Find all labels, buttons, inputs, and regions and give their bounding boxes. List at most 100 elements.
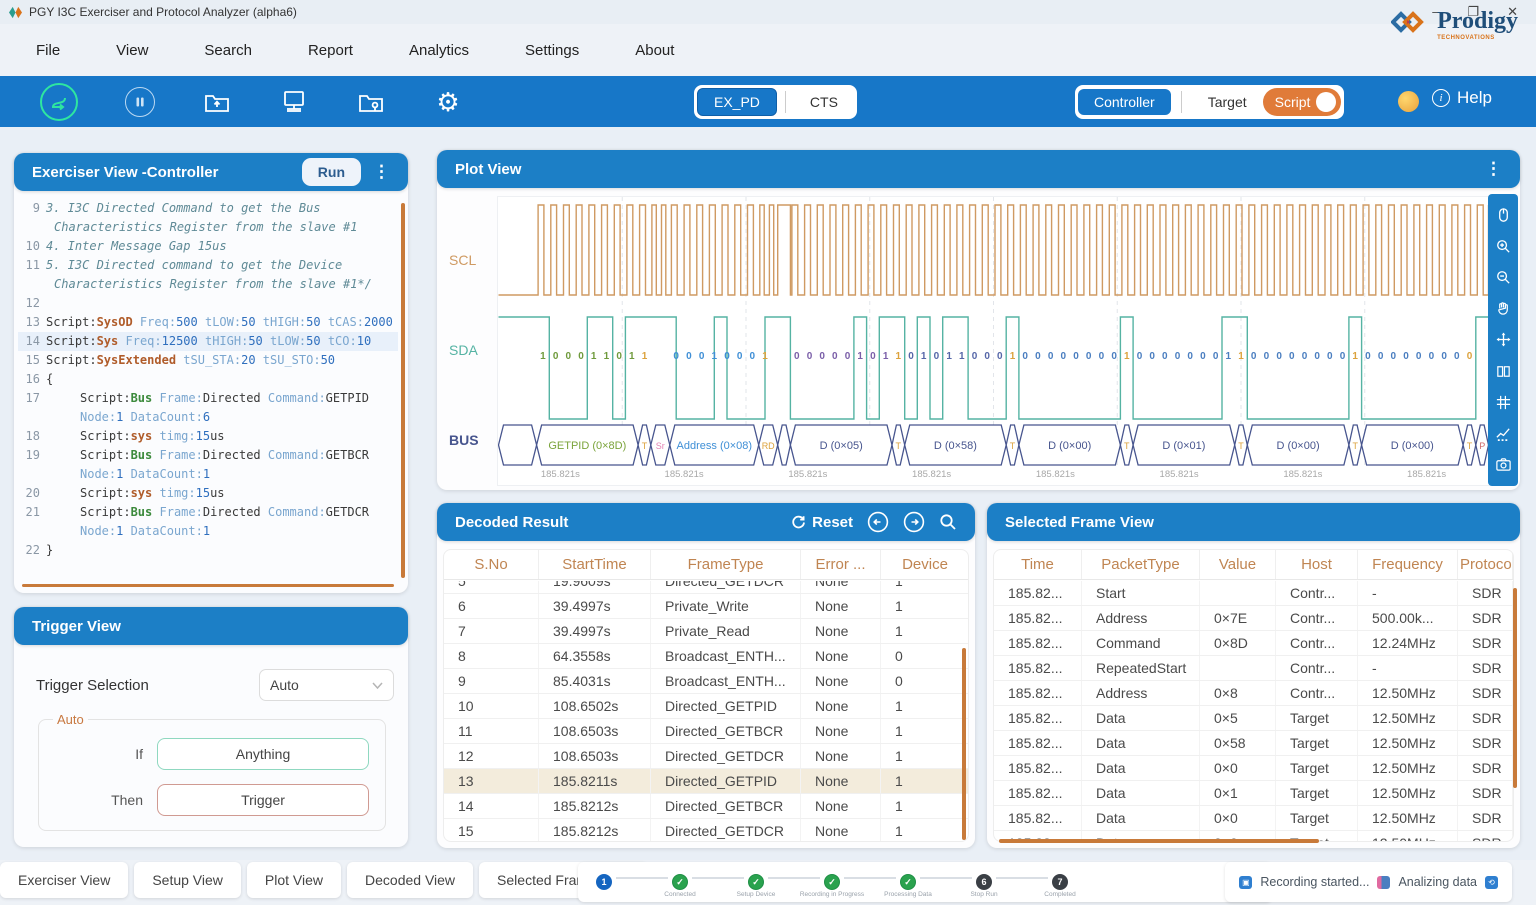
table-row[interactable]: 185.82...Address0×8Contr...12.50MHzSDR: [994, 681, 1513, 706]
code-line-11[interactable]: 115. I3C Directed command to get the Dev…: [18, 256, 398, 275]
code-line-13[interactable]: 13Script:SysOD Freq:500 tLOW:50 tHIGH:50…: [18, 313, 398, 332]
column-header-value[interactable]: Value: [1200, 550, 1276, 579]
table-row[interactable]: 739.4997sPrivate_ReadNone1: [444, 619, 968, 644]
code-line-14[interactable]: 14Script:Sys Freq:12500 tHIGH:50 tLOW:50…: [18, 332, 398, 351]
menu-item-file[interactable]: File: [36, 42, 60, 59]
mode-tab-cts[interactable]: CTS: [794, 89, 854, 115]
search-icon[interactable]: [939, 513, 957, 531]
table-row[interactable]: 519.9609sDirected_GETDCRNone1: [444, 581, 968, 594]
column-header-host[interactable]: Host: [1276, 550, 1358, 579]
column-header-starttime[interactable]: StartTime: [539, 550, 651, 579]
grid-icon[interactable]: [1494, 393, 1512, 411]
menu-item-settings[interactable]: Settings: [525, 42, 579, 59]
table-row[interactable]: 185.82...RepeatedStartContr...-SDR: [994, 656, 1513, 681]
code-line-17-wrap[interactable]: Node:1 DataCount:6: [18, 408, 398, 427]
table-row[interactable]: 639.4997sPrivate_WriteNone1: [444, 594, 968, 619]
waveform-canvas[interactable]: 1000110110001000100000101101011000100000…: [497, 196, 1490, 486]
table-row[interactable]: 15185.8212sDirected_GETDCRNone1: [444, 819, 968, 841]
script-editor[interactable]: 93. I3C Directed Command to get the BusC…: [18, 199, 398, 579]
code-line-18[interactable]: 18Script:sys timg:15us: [18, 427, 398, 446]
next-frame-icon[interactable]: [903, 511, 925, 533]
pause-icon[interactable]: [125, 87, 155, 117]
column-header-frametype[interactable]: FrameType: [651, 550, 801, 579]
then-action-button[interactable]: Trigger: [157, 784, 369, 816]
exerciser-menu-icon[interactable]: ⋮: [373, 162, 390, 182]
mode-tab-ex_pd[interactable]: EX_PD: [697, 88, 777, 116]
code-line-17[interactable]: 17Script:Bus Frame:Directed Command:GETP…: [18, 389, 398, 408]
code-line-11-wrap[interactable]: Characteristics Register from the slave …: [18, 275, 398, 294]
prev-frame-icon[interactable]: [867, 511, 889, 533]
hand-pan-icon[interactable]: [1494, 300, 1512, 318]
code-line-9[interactable]: 93. I3C Directed Command to get the Bus: [18, 199, 398, 218]
refresh-status-icon[interactable]: ⟲: [1485, 876, 1498, 889]
code-line-9-wrap[interactable]: Characteristics Register from the slave …: [18, 218, 398, 237]
table-row[interactable]: 185.82...Data0×58Target12.50MHzSDR: [994, 731, 1513, 756]
table-row[interactable]: 185.82...Data0×0Target12.50MHzSDR: [994, 756, 1513, 781]
folder-export-icon[interactable]: [202, 87, 232, 117]
table-row[interactable]: 13185.8211sDirected_GETPIDNone1: [444, 769, 968, 794]
menu-item-view[interactable]: View: [116, 42, 148, 59]
pages-icon[interactable]: [1494, 362, 1512, 380]
bottom-tab-exerciser-view[interactable]: Exerciser View: [0, 862, 128, 898]
code-line-22[interactable]: 22}: [18, 541, 398, 560]
run-flow-icon[interactable]: [40, 83, 78, 121]
code-line-16[interactable]: 16{: [18, 370, 398, 389]
column-header-device[interactable]: Device: [881, 550, 969, 579]
decoded-vertical-scrollbar[interactable]: [962, 648, 966, 840]
column-header-time[interactable]: Time: [994, 550, 1082, 579]
code-line-21-wrap[interactable]: Node:1 DataCount:1: [18, 522, 398, 541]
table-row[interactable]: 864.3558sBroadcast_ENTH...None0: [444, 644, 968, 669]
monitor-icon[interactable]: [279, 87, 309, 117]
theme-color-icon[interactable]: [1398, 91, 1419, 112]
table-row[interactable]: 11108.6503sDirected_GETBCRNone1: [444, 719, 968, 744]
code-line-15[interactable]: 15Script:SysExtended tSU_STA:20 tSU_STO:…: [18, 351, 398, 370]
code-line-10[interactable]: 104. Inter Message Gap 15us: [18, 237, 398, 256]
frameview-vertical-scrollbar[interactable]: [1513, 588, 1517, 788]
exerciser-vertical-scrollbar[interactable]: [401, 203, 405, 578]
role-tab-controller[interactable]: Controller: [1078, 89, 1171, 115]
run-button[interactable]: Run: [302, 158, 361, 186]
reset-button[interactable]: Reset: [791, 514, 853, 531]
table-row[interactable]: 185.82...Command0×8DContr...12.24MHzSDR: [994, 631, 1513, 656]
table-row[interactable]: 10108.6502sDirected_GETPIDNone1: [444, 694, 968, 719]
settings-gear-icon[interactable]: ⚙: [433, 87, 463, 117]
bottom-tab-plot-view[interactable]: Plot View: [247, 862, 341, 898]
table-row[interactable]: 14185.8212sDirected_GETBCRNone1: [444, 794, 968, 819]
trigger-selection-dropdown[interactable]: Auto: [259, 669, 394, 701]
code-line-21[interactable]: 21Script:Bus Frame:Directed Command:GETD…: [18, 503, 398, 522]
code-line-20[interactable]: 20Script:sys timg:15us: [18, 484, 398, 503]
chart-icon[interactable]: [1494, 424, 1512, 442]
column-header-sno[interactable]: S.No: [444, 550, 539, 579]
column-header-frequency[interactable]: Frequency: [1358, 550, 1458, 579]
code-line-12[interactable]: 12: [18, 294, 398, 313]
column-header-packettype[interactable]: PacketType: [1082, 550, 1200, 579]
frameview-horizontal-scrollbar[interactable]: [999, 839, 1319, 843]
table-row[interactable]: 185.82...Data0×5Target12.50MHzSDR: [994, 706, 1513, 731]
mouse-icon[interactable]: [1494, 207, 1512, 225]
help-button[interactable]: i Help: [1432, 88, 1492, 108]
folder-pin-icon[interactable]: [356, 87, 386, 117]
exerciser-horizontal-scrollbar[interactable]: [22, 584, 394, 587]
code-line-19[interactable]: 19Script:Bus Frame:Directed Command:GETB…: [18, 446, 398, 465]
table-row[interactable]: 185.82...Address0×7EContr...500.00k...SD…: [994, 606, 1513, 631]
bottom-tab-setup-view[interactable]: Setup View: [134, 862, 241, 898]
table-row[interactable]: 185.82...StartContr...-SDR: [994, 581, 1513, 606]
column-header-protocol[interactable]: Protocol: [1458, 550, 1513, 579]
bottom-tab-decoded-view[interactable]: Decoded View: [347, 862, 473, 898]
table-row[interactable]: 12108.6503sDirected_GETDCRNone1: [444, 744, 968, 769]
menu-item-search[interactable]: Search: [204, 42, 252, 59]
move-icon[interactable]: [1494, 331, 1512, 349]
if-condition-button[interactable]: Anything: [157, 738, 369, 770]
table-row[interactable]: 185.82...Data0×0Target12.50MHzSDR: [994, 806, 1513, 831]
script-toggle[interactable]: Script: [1263, 88, 1342, 116]
plot-menu-icon[interactable]: ⋮: [1485, 159, 1502, 179]
menu-item-report[interactable]: Report: [308, 42, 353, 59]
table-row[interactable]: 185.82...Data0×1Target12.50MHzSDR: [994, 781, 1513, 806]
code-line-19-wrap[interactable]: Node:1 DataCount:1: [18, 465, 398, 484]
menu-item-about[interactable]: About: [635, 42, 674, 59]
zoom-in-icon[interactable]: [1494, 238, 1512, 256]
table-row[interactable]: 985.4031sBroadcast_ENTH...None0: [444, 669, 968, 694]
zoom-out-icon[interactable]: [1494, 269, 1512, 287]
camera-icon[interactable]: [1494, 455, 1512, 473]
column-header-error[interactable]: Error ...: [801, 550, 881, 579]
